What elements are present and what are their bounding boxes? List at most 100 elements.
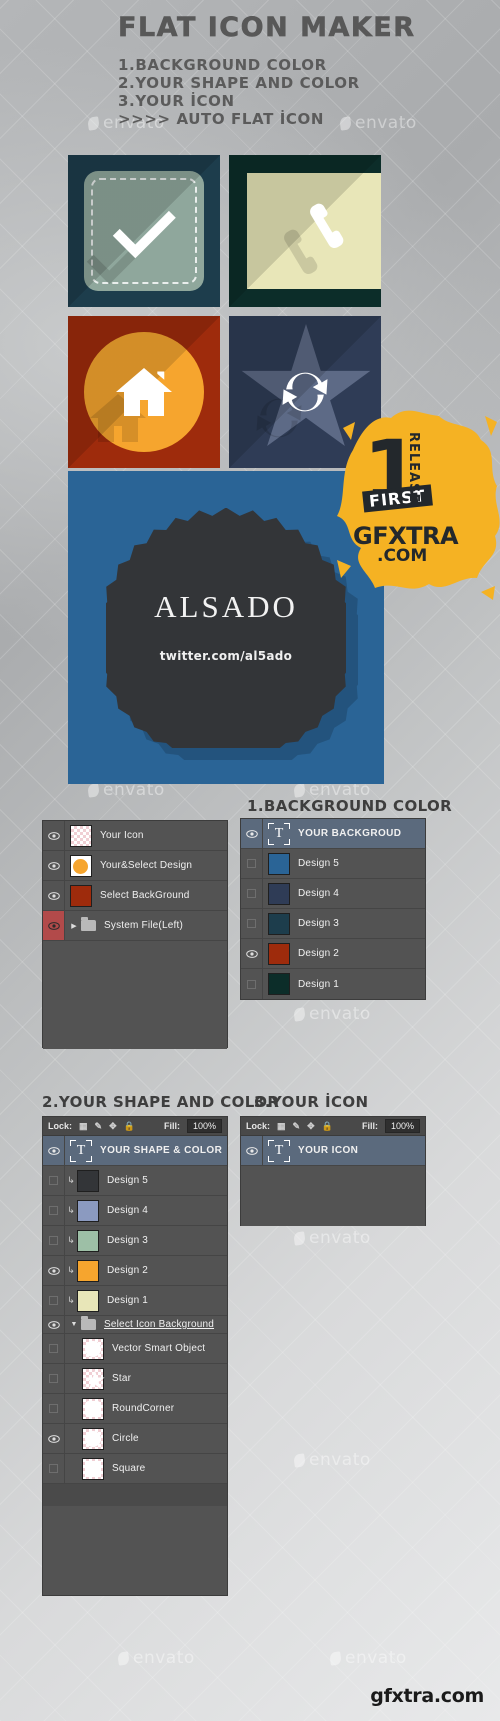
visibility-toggle[interactable] (241, 909, 263, 938)
visibility-toggle[interactable] (241, 939, 263, 968)
layer-row-select-background[interactable]: Select BackGround (43, 881, 227, 911)
layer-thumbnail (82, 1337, 104, 1360)
your-icon-layers-panel[interactable]: Lock: ▦ ✎ ✥ 🔒 Fill: 100% T YOUR ICON (240, 1116, 426, 1226)
eye-off-icon (49, 1206, 58, 1215)
layer-row-your-shape-color[interactable]: T YOUR SHAPE & COLOR (43, 1136, 227, 1166)
visibility-toggle[interactable] (241, 849, 263, 878)
visibility-toggle[interactable] (43, 881, 65, 910)
envato-watermark: envato (294, 1450, 371, 1470)
eye-off-icon (49, 1296, 58, 1305)
eye-icon (47, 891, 60, 900)
lock-transparency-icon[interactable]: ▦ (277, 1121, 286, 1132)
layer-row-your-icon[interactable]: Your Icon (43, 821, 227, 851)
layer-row-square[interactable]: Square (43, 1454, 227, 1484)
fill-value[interactable]: 100% (384, 1119, 420, 1133)
layer-row-your-background[interactable]: T YOUR BACKGROUD (241, 819, 425, 849)
visibility-toggle[interactable] (43, 1166, 65, 1195)
eye-icon (47, 1146, 60, 1155)
layer-row-circle[interactable]: Circle (43, 1424, 227, 1454)
showcase-panel: ALSADO twitter.com/al5ado (68, 471, 384, 784)
visibility-toggle[interactable] (43, 1136, 65, 1165)
envato-watermark: envato (330, 1648, 407, 1668)
chevron-right-icon[interactable]: ▶ (69, 922, 79, 930)
layer-row-your-select-design[interactable]: Your&Select Design (43, 851, 227, 881)
layer-row-design-4[interactable]: ↳ Design 4 (43, 1196, 227, 1226)
eye-icon (47, 1320, 60, 1329)
brand-handle: twitter.com/al5ado (159, 649, 293, 663)
eye-icon (47, 1266, 60, 1275)
layer-row-design-1[interactable]: Design 1 (241, 969, 425, 999)
chevron-down-icon[interactable]: ▼ (69, 1321, 79, 1328)
layer-name: Select BackGround (100, 890, 190, 901)
preview-tile-refresh (229, 316, 381, 468)
layer-row-design-1[interactable]: ↳ Design 1 (43, 1286, 227, 1316)
lock-label: Lock: (246, 1121, 271, 1131)
visibility-toggle[interactable] (241, 969, 263, 999)
lock-transparency-icon[interactable]: ▦ (79, 1121, 88, 1132)
lock-brush-icon[interactable]: ✎ (95, 1121, 103, 1132)
visibility-toggle[interactable] (43, 1394, 65, 1423)
lock-move-icon[interactable]: ✥ (109, 1121, 117, 1132)
layer-thumbnail (77, 1259, 99, 1282)
fill-value[interactable]: 100% (186, 1119, 222, 1133)
eye-off-icon (49, 1344, 58, 1353)
layer-row-design-2[interactable]: ↳ Design 2 (43, 1256, 227, 1286)
layer-row-your-icon[interactable]: T YOUR ICON (241, 1136, 425, 1166)
layer-name: Design 5 (298, 858, 340, 869)
visibility-toggle[interactable] (241, 1136, 263, 1165)
layer-thumbnail (77, 1169, 99, 1192)
system-layers-panel[interactable]: Your Icon Your&Select Design Select Back… (42, 820, 228, 1049)
layer-row-system-file[interactable]: ▶ System File(Left) (43, 911, 227, 941)
folder-icon (81, 917, 96, 931)
lock-move-icon[interactable]: ✥ (307, 1121, 315, 1132)
visibility-toggle[interactable] (43, 911, 65, 940)
lock-toolbar[interactable]: Lock: ▦ ✎ ✥ 🔒 Fill: 100% (43, 1117, 227, 1136)
dotcom-label: .COM (377, 546, 428, 566)
lock-toolbar[interactable]: Lock: ▦ ✎ ✥ 🔒 Fill: 100% (241, 1117, 425, 1136)
background-color-layers-panel[interactable]: T YOUR BACKGROUD Design 5 Design 4 Desig… (240, 818, 426, 1000)
layer-name: Vector Smart Object (112, 1343, 206, 1354)
layer-row-design-5[interactable]: ↳ Design 5 (43, 1166, 227, 1196)
preview-tile-check (68, 155, 220, 307)
layer-row-design-3[interactable]: ↳ Design 3 (43, 1226, 227, 1256)
layer-name: Design 5 (107, 1175, 149, 1186)
layers-panel-empty-area (241, 1166, 425, 1226)
visibility-toggle[interactable] (43, 1286, 65, 1315)
visibility-toggle[interactable] (43, 1364, 65, 1393)
layer-row-design-5[interactable]: Design 5 (241, 849, 425, 879)
eye-icon (245, 949, 258, 958)
layer-row-star[interactable]: Star (43, 1364, 227, 1394)
eye-icon (47, 861, 60, 870)
layer-name: Design 3 (298, 918, 340, 929)
visibility-toggle[interactable] (43, 1424, 65, 1453)
lock-all-icon[interactable]: 🔒 (124, 1121, 135, 1132)
visibility-toggle[interactable] (241, 879, 263, 908)
layer-name: YOUR SHAPE & COLOR (100, 1145, 223, 1156)
layer-row-roundcorner[interactable]: RoundCorner (43, 1394, 227, 1424)
shape-color-layers-panel[interactable]: Lock: ▦ ✎ ✥ 🔒 Fill: 100% T YOUR SHAPE & … (42, 1116, 228, 1596)
layer-row-design-3[interactable]: Design 3 (241, 909, 425, 939)
layers-panel-empty-area (43, 941, 227, 1049)
layer-thumbnail (268, 912, 290, 935)
visibility-toggle[interactable] (43, 1334, 65, 1363)
visibility-toggle[interactable] (43, 1454, 65, 1483)
eye-off-icon (49, 1404, 58, 1413)
lock-all-icon[interactable]: 🔒 (322, 1121, 333, 1132)
layer-row-design-4[interactable]: Design 4 (241, 879, 425, 909)
layer-row-select-icon-background[interactable]: ▼ Select Icon Background (43, 1316, 227, 1334)
visibility-toggle[interactable] (43, 1316, 65, 1333)
lock-brush-icon[interactable]: ✎ (293, 1121, 301, 1132)
layer-name: Design 4 (298, 888, 340, 899)
visibility-toggle[interactable] (43, 1226, 65, 1255)
layer-row-vector-smart-object[interactable]: Vector Smart Object (43, 1334, 227, 1364)
layer-name: System File(Left) (104, 920, 183, 931)
layer-thumbnail (268, 852, 290, 875)
visibility-toggle[interactable] (43, 1196, 65, 1225)
layer-name: Design 2 (298, 948, 340, 959)
layer-row-design-2[interactable]: Design 2 (241, 939, 425, 969)
check-icon (68, 155, 220, 307)
visibility-toggle[interactable] (43, 1256, 65, 1285)
visibility-toggle[interactable] (43, 821, 65, 850)
visibility-toggle[interactable] (241, 819, 263, 848)
visibility-toggle[interactable] (43, 851, 65, 880)
